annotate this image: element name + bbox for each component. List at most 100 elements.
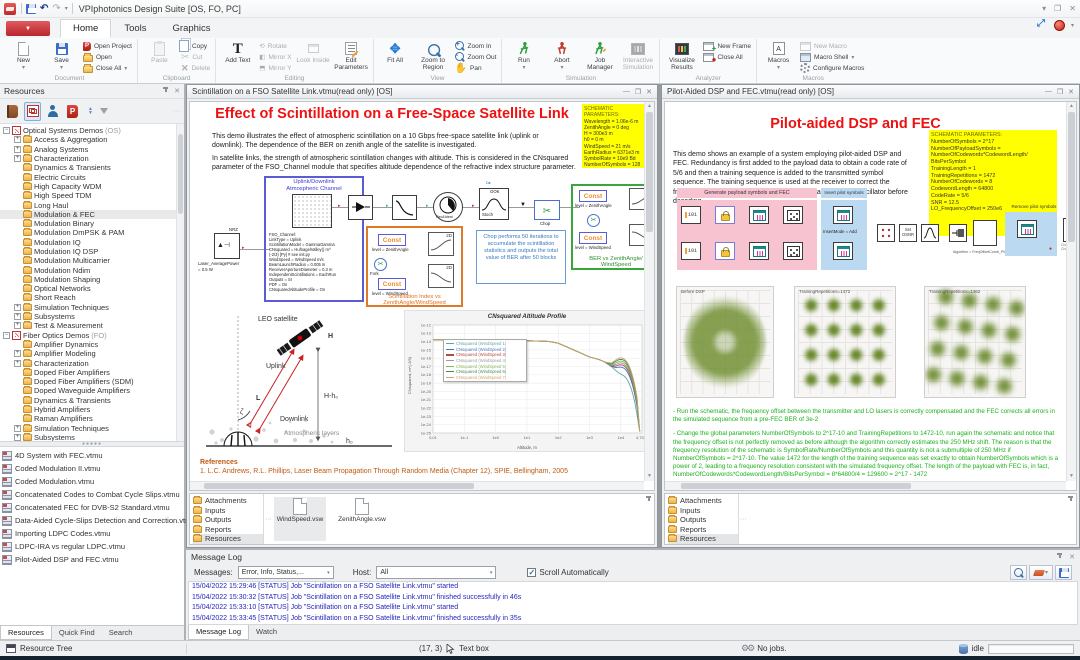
folder-item[interactable]: Attachments <box>668 496 738 506</box>
tree-item[interactable]: −Long Haul <box>0 200 184 209</box>
tree-item[interactable]: +Simulation Techniques <box>0 303 184 312</box>
app-menu-button[interactable]: ▼ <box>6 21 50 36</box>
tree-item[interactable]: +Simulation Techniques <box>0 424 184 433</box>
doc-canvas[interactable]: Effect of Scintillation on a Free-Space … <box>189 101 655 491</box>
job-manager-button[interactable]: Job Manager <box>581 39 618 72</box>
tree-item[interactable]: −Modulation Ndim <box>0 265 184 274</box>
list-item[interactable]: Importing LDPC Codes.vtmu <box>2 527 184 540</box>
expander-icon[interactable]: + <box>14 304 21 311</box>
pin-icon[interactable] <box>162 87 169 94</box>
macro-shell-button[interactable]: Macro Shell▾ <box>798 52 866 62</box>
tree-item[interactable]: +Subsystems <box>0 312 184 321</box>
receiver-block[interactable]: Rec&Ideal <box>433 192 463 222</box>
pin-icon[interactable] <box>1067 496 1074 503</box>
tree-item[interactable]: +Analog Systems <box>0 145 184 154</box>
resource-file-item[interactable]: ZenithAngle.vsw <box>336 497 388 541</box>
photodiode-block[interactable] <box>348 195 373 220</box>
tab-search[interactable]: Search <box>102 626 140 640</box>
tree-item[interactable]: −Optical Systems Demos (OS) <box>0 126 184 135</box>
minimize-button[interactable]: ▾ <box>1042 4 1046 13</box>
insert-pilot-block[interactable] <box>833 206 853 224</box>
tree-item[interactable]: +Characterization <box>0 154 184 163</box>
scope-block[interactable] <box>749 242 769 260</box>
expander-icon[interactable]: + <box>14 136 21 143</box>
folder-item[interactable]: Resources <box>193 534 263 544</box>
expander-icon[interactable]: + <box>14 425 21 432</box>
folder-item[interactable]: Outputs <box>193 515 263 525</box>
tree-item[interactable]: −Fiber Optics Demos (FO) <box>0 331 184 340</box>
help-dropdown-icon[interactable]: ▾ <box>1071 22 1074 29</box>
zoom-to-region-button[interactable]: Zoom to Region <box>415 39 452 72</box>
new-button[interactable]: New▾ <box>5 39 42 71</box>
expander-icon[interactable]: + <box>14 313 21 320</box>
filter-block[interactable] <box>392 195 417 220</box>
laser-block[interactable]: ▲⊣ NRZ <box>214 233 240 259</box>
mapper-block[interactable] <box>783 242 803 260</box>
doc-title-bar[interactable]: Scintillation on a FSO Satellite Link.vt… <box>187 85 657 99</box>
ber-group[interactable]: Const level = ZenithAngle ✂ Const level … <box>571 184 655 270</box>
fullscreen-icon[interactable] <box>1037 20 1048 31</box>
dsp-block[interactable] <box>973 220 997 246</box>
tab-message-log[interactable]: Message Log <box>188 625 249 640</box>
resource-file-item[interactable]: WindSpeed.vsw <box>274 497 326 541</box>
const-block[interactable]: Const <box>378 278 406 290</box>
remove-pilot-block[interactable] <box>1017 220 1037 238</box>
list-item[interactable]: Concatenated Codes to Combat Cycle Slips… <box>2 488 184 501</box>
const-block[interactable]: Const <box>579 190 607 202</box>
expander-icon[interactable]: − <box>3 127 10 134</box>
tree-item[interactable]: −Hybrid Amplifiers <box>0 405 184 414</box>
expander-icon[interactable]: − <box>3 332 10 339</box>
tree-item[interactable]: −Doped Waveguide Amplifiers <box>0 386 184 395</box>
sort-arrows-icon[interactable]: ▲▼ <box>88 107 93 115</box>
configure-macros-button[interactable]: Configure Macros <box>798 63 866 73</box>
tree-item[interactable]: −Amplifier Dynamics <box>0 340 184 349</box>
open-project-button[interactable]: POpen Project <box>81 41 134 51</box>
pan-button[interactable]: ✋Pan <box>453 63 499 73</box>
scintillation-index-group[interactable]: Const level = ZenithAngle ✂ Fork Const l… <box>366 226 463 307</box>
zoom-out-button[interactable]: -Zoom Out <box>453 52 499 62</box>
plot2d-block[interactable]: 2D <box>428 232 454 256</box>
list-item[interactable]: 4D System with FEC.vtmu <box>2 449 184 462</box>
prbs-block[interactable]: 101 <box>681 206 701 224</box>
expander-icon[interactable]: + <box>14 322 21 329</box>
folder-item[interactable]: Inputs <box>193 506 263 516</box>
modulator-block[interactable] <box>877 224 895 242</box>
expander-icon[interactable]: + <box>14 434 21 441</box>
message-log-list[interactable]: 15/04/2022 15:29:46 [STATUS] Job "Scinti… <box>188 581 1078 625</box>
cut-button[interactable]: ✂Cut <box>179 52 212 62</box>
log-save-button[interactable] <box>1055 565 1072 580</box>
const-block[interactable]: Const <box>378 234 406 246</box>
tree-item[interactable]: +Subsystems <box>0 433 184 441</box>
tree-item[interactable]: −Optical Networks <box>0 284 184 293</box>
quick-save-icon[interactable] <box>26 4 36 14</box>
zoom-in-button[interactable]: +Zoom In <box>453 41 499 51</box>
new-frame-button[interactable]: +New Frame <box>701 41 753 51</box>
tab-graphics[interactable]: Graphics <box>160 19 224 38</box>
filter-block[interactable] <box>921 224 939 242</box>
chop-block[interactable]: ✂ <box>534 200 560 220</box>
filter-icon[interactable] <box>100 108 108 114</box>
constellation-1472[interactable]: TrainingRepetitions=1472 <box>794 286 896 398</box>
folder-item[interactable]: Reports <box>193 525 263 535</box>
tree-item[interactable]: −Modulation IQ DSP <box>0 247 184 256</box>
list-item[interactable]: Pilot-Aided DSP and FEC.vtmu <box>2 553 184 566</box>
tree-item[interactable]: −Modulation & FEC <box>0 210 184 219</box>
new-macro-button[interactable]: New Macro <box>798 41 866 51</box>
constellation-1462[interactable]: TrainingRepetitions=1462 <box>924 286 1026 398</box>
tree-item[interactable]: −Dynamics & Transients <box>0 163 184 172</box>
fit-all-button[interactable]: ✥Fit All <box>377 39 414 65</box>
doc-title-bar[interactable]: Pilot-Aided DSP and FEC.vtmu(read only) … <box>662 85 1079 99</box>
folder-item[interactable]: Inputs <box>668 506 738 516</box>
analyzer-close-all-button[interactable]: ●Close All <box>701 52 753 62</box>
open-button[interactable]: Open <box>81 52 134 62</box>
messages-filter-select[interactable]: Error, Info, Status,...▾ <box>238 566 334 579</box>
close-button[interactable]: ✕ <box>1069 4 1076 13</box>
run-button[interactable]: Run▾ <box>505 39 542 71</box>
rotate-button[interactable]: ⟲Rotate <box>257 41 293 51</box>
edit-parameters-button[interactable]: Edit Parameters <box>333 39 370 72</box>
tree-item[interactable]: +Amplifier Modeling <box>0 349 184 358</box>
pin-icon[interactable] <box>1056 553 1063 560</box>
folder-item[interactable]: Reports <box>668 525 738 535</box>
tree-item[interactable]: −Modulation Binary <box>0 219 184 228</box>
tree-item[interactable]: +Access & Aggregation <box>0 135 184 144</box>
